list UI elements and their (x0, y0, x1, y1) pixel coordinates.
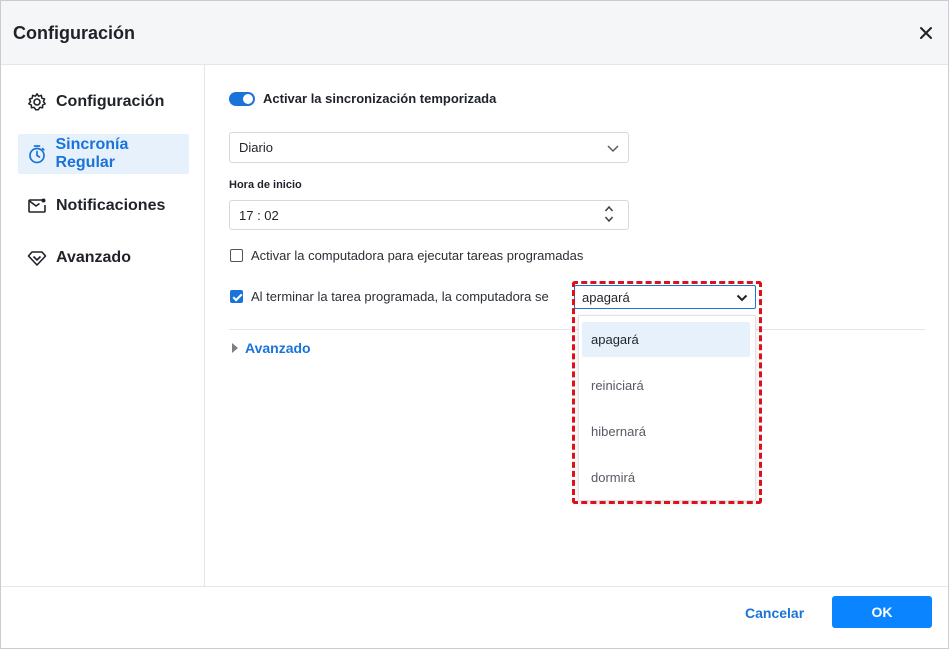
sidebar-item-label: Avanzado (56, 249, 131, 266)
start-time-input[interactable]: 17 : 02 (229, 200, 629, 230)
schedule-toggle-row: Activar la sincronización temporizada (229, 91, 496, 106)
chevron-up-icon[interactable] (604, 205, 614, 213)
chevron-down-icon[interactable] (604, 215, 614, 223)
dialog-title: Configuración (13, 23, 135, 43)
power-action-value: apagará (582, 289, 630, 305)
sidebar-item-label: Notificaciones (56, 197, 166, 214)
chevron-down-icon (736, 294, 748, 302)
power-action-dropdown: apagará reiniciará hibernará dormirá (578, 315, 756, 501)
schedule-toggle-label: Activar la sincronización temporizada (263, 91, 497, 106)
close-icon (920, 27, 932, 39)
diamond-icon (26, 247, 48, 269)
dropdown-option-hibernara[interactable]: hibernará (582, 414, 750, 449)
wake-computer-checkbox[interactable] (230, 249, 243, 262)
gear-icon (26, 91, 48, 113)
sidebar-item-configuracion[interactable]: Configuración (18, 82, 189, 122)
sidebar-item-label: Sincronía Regular (55, 136, 129, 171)
start-time-label: Hora de inicio (229, 179, 302, 191)
after-task-label: Al terminar la tarea programada, la comp… (251, 289, 549, 304)
dialog-header: Configuración (1, 1, 948, 65)
schedule-toggle[interactable] (229, 91, 255, 106)
stopwatch-icon (26, 143, 47, 165)
mail-icon (26, 195, 48, 217)
sidebar: Configuración Sincronía Regular Notifica… (1, 65, 205, 586)
after-task-option: Al terminar la tarea programada, la comp… (230, 289, 549, 304)
dropdown-option-apagara[interactable]: apagará (582, 322, 750, 357)
advanced-label: Avanzado (245, 340, 311, 356)
advanced-expander[interactable]: Avanzado (232, 340, 311, 356)
sidebar-item-notificaciones[interactable]: Notificaciones (18, 186, 189, 226)
caret-right-icon (232, 343, 238, 353)
ok-button[interactable]: OK (832, 596, 932, 628)
sidebar-item-label: Configuración (56, 93, 165, 110)
frequency-select[interactable]: Diario (229, 132, 629, 163)
dropdown-option-reiniciara[interactable]: reiniciará (582, 368, 750, 403)
sidebar-item-sincronia-regular[interactable]: Sincronía Regular (18, 134, 189, 174)
wake-computer-option: Activar la computadora para ejecutar tar… (230, 248, 583, 263)
cancel-button[interactable]: Cancelar (745, 605, 804, 621)
time-spinner[interactable] (604, 205, 614, 223)
after-task-checkbox[interactable] (230, 290, 243, 303)
chevron-down-icon (607, 145, 619, 153)
dropdown-option-dormira[interactable]: dormirá (582, 460, 750, 495)
settings-dialog: Configuración Configuración Sincronía Re… (0, 0, 949, 649)
power-action-select[interactable]: apagará (574, 285, 756, 309)
close-button[interactable] (914, 21, 938, 45)
dialog-footer: Cancelar OK (1, 586, 948, 648)
frequency-value: Diario (239, 140, 273, 155)
section-divider (229, 329, 925, 330)
start-time-value: 17 : 02 (239, 207, 279, 223)
sidebar-item-avanzado[interactable]: Avanzado (18, 238, 189, 278)
sync-settings-panel: Activar la sincronización temporizada Di… (205, 65, 948, 586)
wake-computer-label: Activar la computadora para ejecutar tar… (251, 248, 584, 263)
